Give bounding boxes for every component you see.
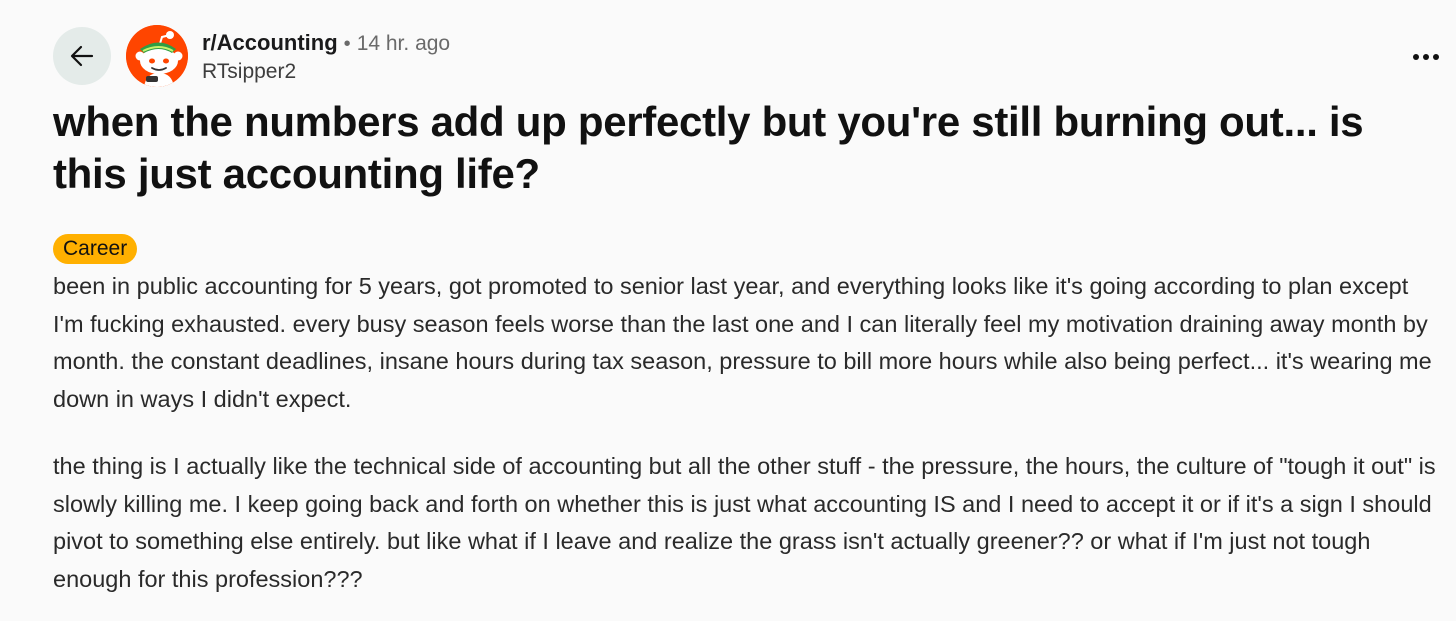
post-paragraph: the thing is I actually like the technic… bbox=[53, 453, 1436, 592]
subreddit-avatar[interactable] bbox=[126, 25, 188, 87]
post-meta: r/Accounting • 14 hr. ago RTsipper2 bbox=[202, 29, 450, 86]
meta-line: r/Accounting • 14 hr. ago bbox=[202, 29, 450, 58]
author-link[interactable]: RTsipper2 bbox=[202, 58, 450, 86]
post-body: been in public accounting for 5 years, g… bbox=[53, 268, 1438, 621]
post-flair[interactable]: Career bbox=[53, 234, 138, 264]
post-paragraph: been in public accounting for 5 years, g… bbox=[53, 273, 1432, 412]
post-header: r/Accounting • 14 hr. ago RTsipper2 bbox=[53, 25, 1439, 87]
subreddit-link[interactable]: r/Accounting bbox=[202, 29, 338, 57]
post-title: when the numbers add up perfectly but yo… bbox=[53, 98, 1364, 197]
snoo-avatar-icon bbox=[126, 25, 188, 87]
more-horizontal-icon bbox=[1413, 54, 1439, 60]
post-timestamp: 14 hr. ago bbox=[356, 32, 451, 55]
arrow-left-icon bbox=[70, 45, 94, 67]
post-page: r/Accounting • 14 hr. ago RTsipper2 when… bbox=[0, 0, 1456, 621]
back-button[interactable] bbox=[53, 27, 111, 85]
more-options-button[interactable] bbox=[1408, 45, 1444, 69]
meta-separator: • bbox=[343, 33, 351, 55]
